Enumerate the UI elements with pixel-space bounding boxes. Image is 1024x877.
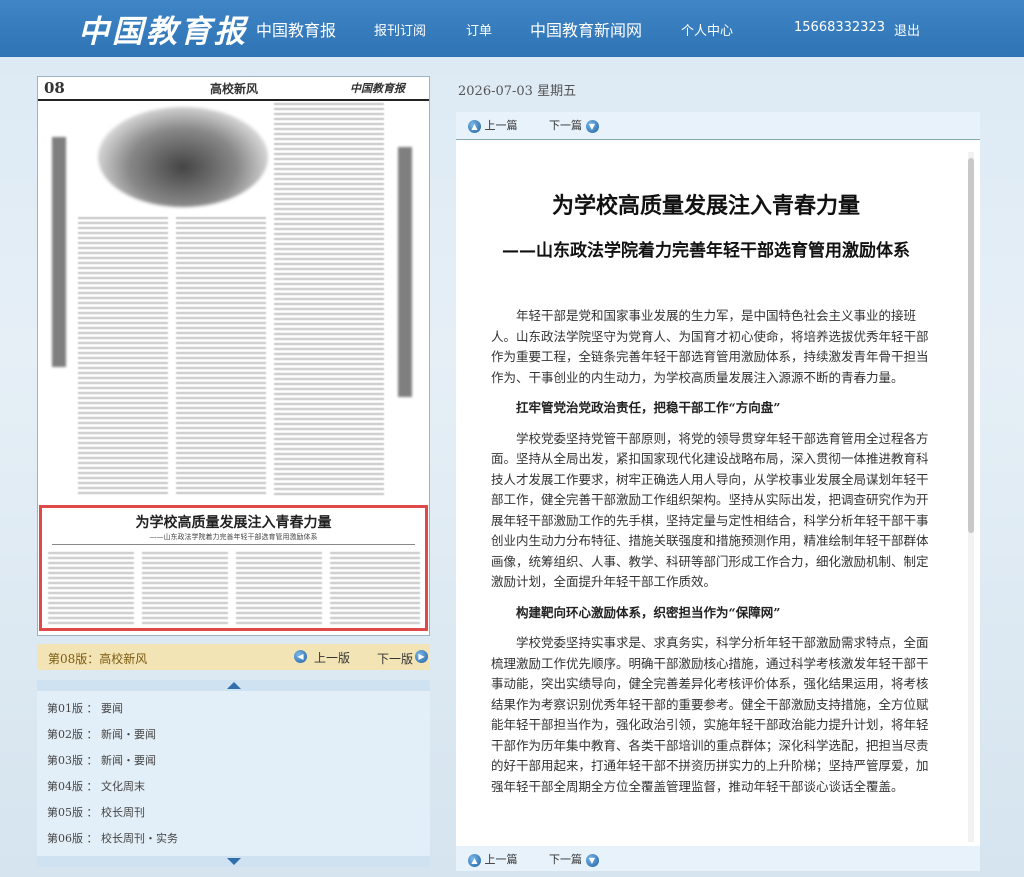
site-logo[interactable]: 中国教育报 [78, 6, 248, 51]
text-column [330, 552, 420, 624]
highlight-subtitle: ——山东政法学院着力完善年轻干部选育管用激励体系 [149, 533, 318, 541]
text-column[interactable] [176, 217, 266, 497]
paragraph: 学校党委坚持党管干部原则，将党的领导贯穿年轻干部选育管用全过程各方面。坚持从全局… [491, 430, 929, 590]
page-list-item-02[interactable]: 第02版 ： 新闻・要闻 [47, 726, 156, 742]
prev-page-link[interactable]: 上一版 [314, 649, 350, 666]
nav-subscribe[interactable]: 报刊订阅 [374, 20, 426, 39]
article-body: 年轻干部是党和国家事业发展的生力军，是中国特色社会主义事业的接班人。山东政法学院… [491, 306, 937, 807]
prev-article-link[interactable]: ▲ 上一篇 [468, 117, 518, 133]
paper-brand: 中国教育报 [350, 82, 405, 95]
page-list-item-03[interactable]: 第03版 ： 新闻・要闻 [47, 752, 156, 768]
article-toolbar-top: ▲ 上一篇 下一篇 ▼ [456, 112, 980, 140]
nav-user-center[interactable]: 个人中心 [681, 20, 733, 39]
nav-orders[interactable]: 订单 [466, 20, 492, 39]
highlighted-article-region[interactable]: 为学校高质量发展注入青春力量 ——山东政法学院着力完善年轻干部选育管用激励体系 [39, 505, 428, 631]
article-title: 为学校高质量发展注入青春力量 [551, 194, 860, 219]
section-heading: 扛牢管党治党政治责任，把稳干部工作“方向盘” [516, 400, 781, 415]
nav-user-phone[interactable]: 15668332323 [794, 20, 885, 35]
text-column [48, 552, 134, 624]
issue-date: 2026-07-03 星期五 [458, 84, 577, 99]
nav-education-news-network[interactable]: 中国教育新闻网 [530, 17, 642, 41]
news-photo[interactable] [98, 107, 268, 207]
text-column[interactable] [78, 217, 168, 497]
arrow-down-icon [227, 858, 241, 865]
prev-page-icon[interactable]: ◀ [294, 650, 307, 663]
arrow-down-icon: ▼ [585, 853, 599, 867]
nav-logout[interactable]: 退出 [894, 20, 920, 39]
scroll-down-button[interactable] [37, 856, 430, 867]
next-page-icon[interactable]: ▶ [415, 650, 428, 663]
section-heading: 构建靶向环心激励体系，织密担当作为“保障网” [516, 604, 781, 620]
paper-page-number: 08 [44, 79, 65, 97]
scrollbar-thumb[interactable] [968, 158, 974, 533]
arrow-up-icon: ▲ [468, 119, 481, 133]
text-column [142, 552, 228, 624]
scroll-up-button[interactable] [37, 680, 430, 691]
divider [52, 544, 415, 545]
paragraph: 学校党委坚持实事求是、求真务实，科学分析年轻干部激励需求特点，全面梳理激励工作优… [491, 635, 929, 794]
highlight-title: 为学校高质量发展注入青春力量 [135, 515, 332, 531]
text-column [236, 552, 322, 624]
next-page-link[interactable]: 下一版 [377, 650, 413, 667]
newspaper-page-preview[interactable]: 08 高校新风 中国教育报 为学校高质量发展注入青春力量 ——山东政法学院着力完… [37, 76, 430, 636]
page-list-item-06[interactable]: 第06版 ： 校长周刊・实务 [47, 830, 178, 846]
prev-article-link[interactable]: ▲ 上一篇 [468, 851, 518, 867]
paper-header: 08 高校新风 中国教育报 [38, 77, 429, 101]
next-article-link[interactable]: 下一篇 ▼ [549, 851, 599, 867]
page-list: 第01版 ： 要闻 第02版 ： 新闻・要闻 第03版 ： 新闻・要闻 第04版… [37, 680, 430, 867]
paragraph: 年轻干部是党和国家事业发展的生力军，是中国特色社会主义事业的接班人。山东政法学院… [491, 308, 929, 385]
paper-section-name: 高校新风 [210, 82, 259, 96]
article-subtitle: ——山东政法学院着力完善年轻干部选育管用激励体系 [502, 241, 910, 261]
arrow-up-icon: ▲ [468, 853, 481, 867]
vertical-headline-right[interactable] [398, 147, 412, 397]
text-column[interactable] [274, 103, 384, 498]
page-list-item-01[interactable]: 第01版 ： 要闻 [47, 700, 123, 716]
page-list-item-04[interactable]: 第04版 ： 文化周末 [47, 778, 145, 794]
current-page-label: 第08版：高校新风 [48, 652, 148, 666]
arrow-down-icon: ▼ [585, 119, 599, 133]
page-navigation-bar: 第08版：高校新风 ◀ 上一版 下一版 ▶ [37, 644, 430, 670]
vertical-headline-left[interactable] [52, 137, 66, 367]
article-toolbar-bottom: ▲ 上一篇 下一篇 ▼ [456, 846, 980, 871]
page-list-item-05[interactable]: 第05版 ： 校长周刊 [47, 804, 145, 820]
top-bar: 中国教育报 中国教育报 报刊订阅 订单 中国教育新闻网 个人中心 1566833… [0, 0, 1024, 57]
article-content: 为学校高质量发展注入青春力量 ——山东政法学院着力完善年轻干部选育管用激励体系 … [456, 140, 980, 846]
next-article-link[interactable]: 下一篇 ▼ [549, 117, 599, 133]
arrow-up-icon [227, 682, 241, 689]
nav-china-education-daily[interactable]: 中国教育报 [256, 17, 336, 41]
